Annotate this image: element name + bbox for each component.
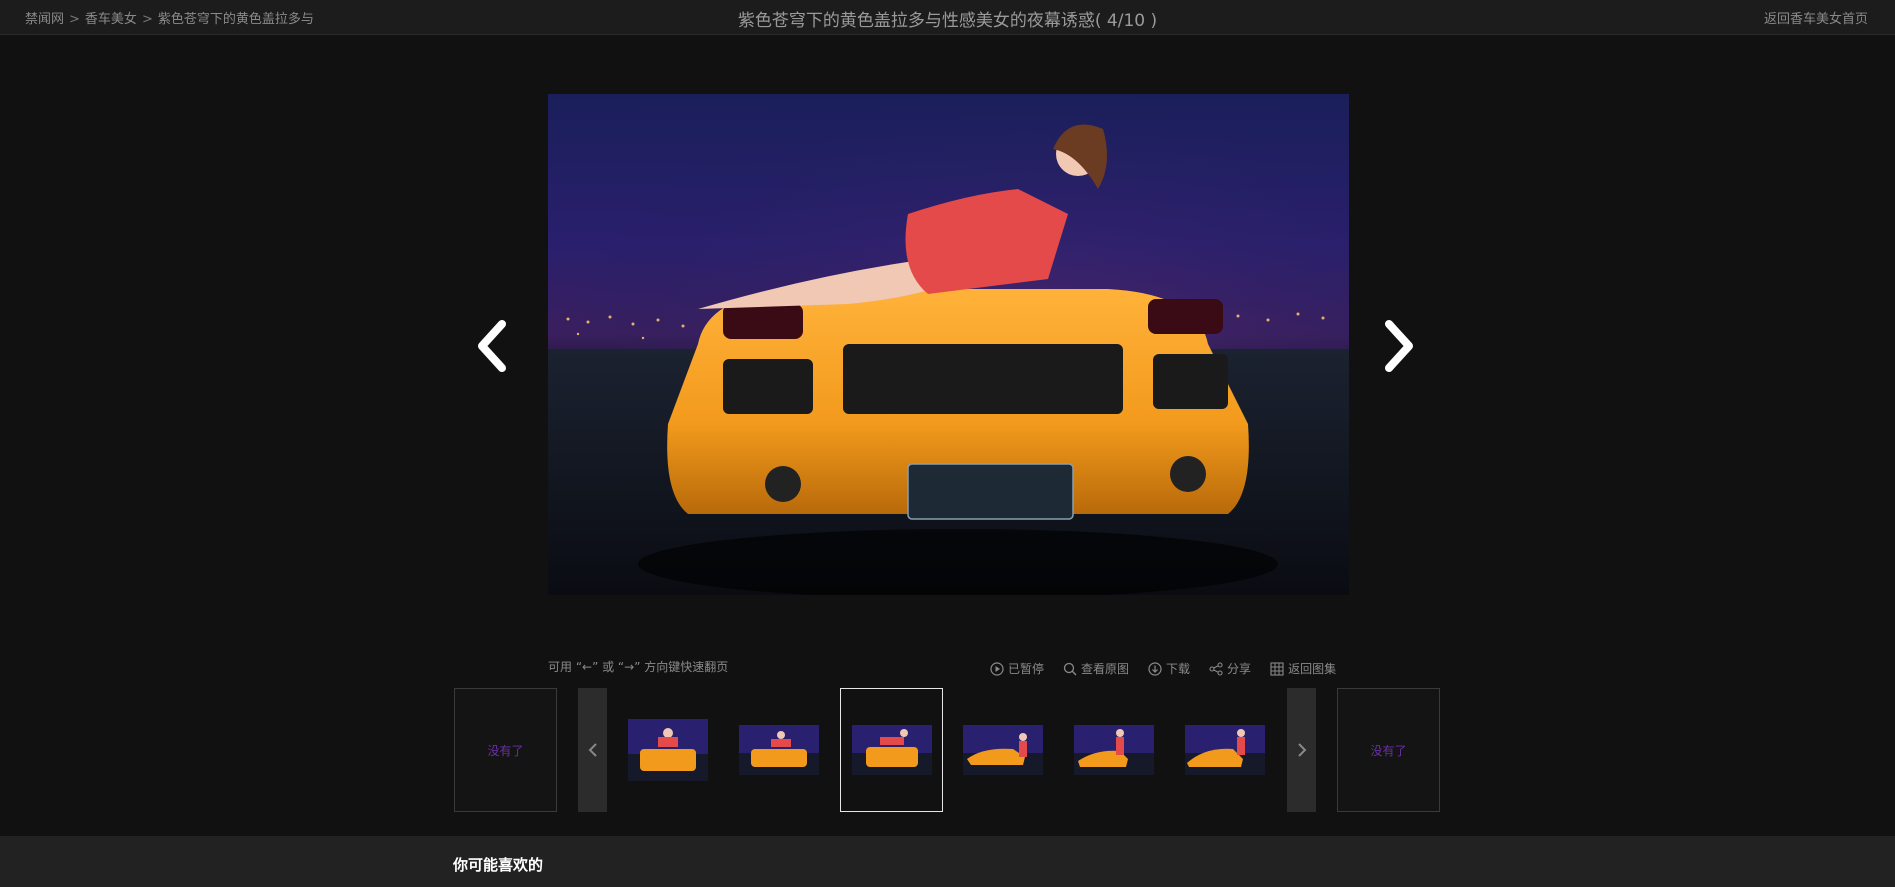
download-icon (1148, 661, 1162, 676)
main-photo-image (548, 94, 1349, 595)
prev-gallery-label: 没有了 (487, 743, 524, 758)
prev-gallery-box[interactable]: 没有了 (454, 688, 557, 812)
thumbnail-active[interactable] (840, 688, 943, 812)
keyboard-hint: 可用 “←” 或 “→” 方向键快速翻页 (548, 660, 729, 674)
gallery-counter: ( 4/10 ) (1094, 11, 1158, 31)
thumbnail-image (738, 725, 819, 775)
thumbnail[interactable] (951, 688, 1054, 812)
thumbnail[interactable] (1173, 688, 1276, 812)
chevron-left-icon (588, 743, 597, 757)
chevron-right-icon (1297, 743, 1306, 757)
thumbnail-image (627, 719, 708, 781)
thumbnail-image (851, 725, 932, 775)
breadcrumb-current[interactable]: 紫色苍穹下的黄色盖拉多与 (158, 12, 314, 27)
search-icon (1063, 662, 1077, 675)
breadcrumb-home-link[interactable]: 禁闻网 (25, 12, 64, 27)
gallery-title: 紫色苍穹下的黄色盖拉多与性感美女的夜幕诱惑 (737, 11, 1095, 31)
breadcrumb-separator: > (141, 12, 153, 27)
prev-photo-button[interactable] (470, 316, 520, 376)
view-original-label: 查看原图 (1081, 662, 1130, 676)
thumbnail-image (962, 725, 1043, 775)
pause-label: 已暂停 (1008, 662, 1045, 676)
share-icon (1209, 661, 1223, 676)
play-circle-icon (990, 661, 1004, 676)
share-label: 分享 (1227, 662, 1252, 676)
next-gallery-box[interactable]: 没有了 (1337, 688, 1440, 812)
thumbnail[interactable] (1062, 688, 1165, 812)
thumbnail-image (1184, 725, 1265, 775)
main-photo[interactable] (548, 94, 1349, 595)
back-to-gallery-label: 返回图集 (1288, 662, 1337, 676)
breadcrumb: 禁闻网 > 香车美女 > 紫色苍穹下的黄色盖拉多与 (25, 8, 314, 27)
recommend-section: 你可能喜欢的 (0, 836, 1895, 887)
thumbnail-image (1073, 725, 1154, 775)
recommend-title: 你可能喜欢的 (453, 856, 544, 874)
share-button[interactable]: 分享 (1209, 660, 1251, 677)
next-gallery-label: 没有了 (1370, 743, 1407, 758)
photo-toolbar: 已暂停 查看原图 下载 分享 返回图集 (990, 660, 1355, 677)
thumbnail[interactable] (727, 688, 830, 812)
grid-icon (1270, 661, 1284, 676)
chevron-left-icon (478, 320, 506, 372)
chevron-right-icon (1385, 320, 1413, 372)
breadcrumb-separator: > (69, 12, 80, 27)
filmstrip-prev-button[interactable] (578, 688, 607, 812)
back-to-gallery-button[interactable]: 返回图集 (1270, 660, 1336, 677)
download-button[interactable]: 下载 (1148, 660, 1190, 677)
top-bar: 禁闻网 > 香车美女 > 紫色苍穹下的黄色盖拉多与 紫色苍穹下的黄色盖拉多与性感美女的夜… (0, 0, 1895, 35)
view-original-button[interactable]: 查看原图 (1063, 660, 1129, 677)
filmstrip-next-button[interactable] (1287, 688, 1316, 812)
next-photo-button[interactable] (1375, 316, 1425, 376)
thumbnail[interactable] (616, 688, 719, 812)
back-to-category-link[interactable]: 返回香车美女首页 (1764, 8, 1868, 27)
breadcrumb-category-link[interactable]: 香车美女 (85, 12, 137, 27)
pause-button[interactable]: 已暂停 (990, 660, 1044, 677)
download-label: 下载 (1166, 662, 1191, 676)
